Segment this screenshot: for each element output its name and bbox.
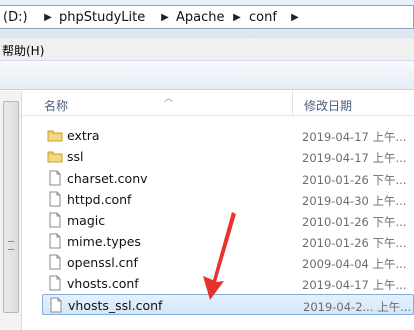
red-arrow-annotation [203, 212, 236, 300]
